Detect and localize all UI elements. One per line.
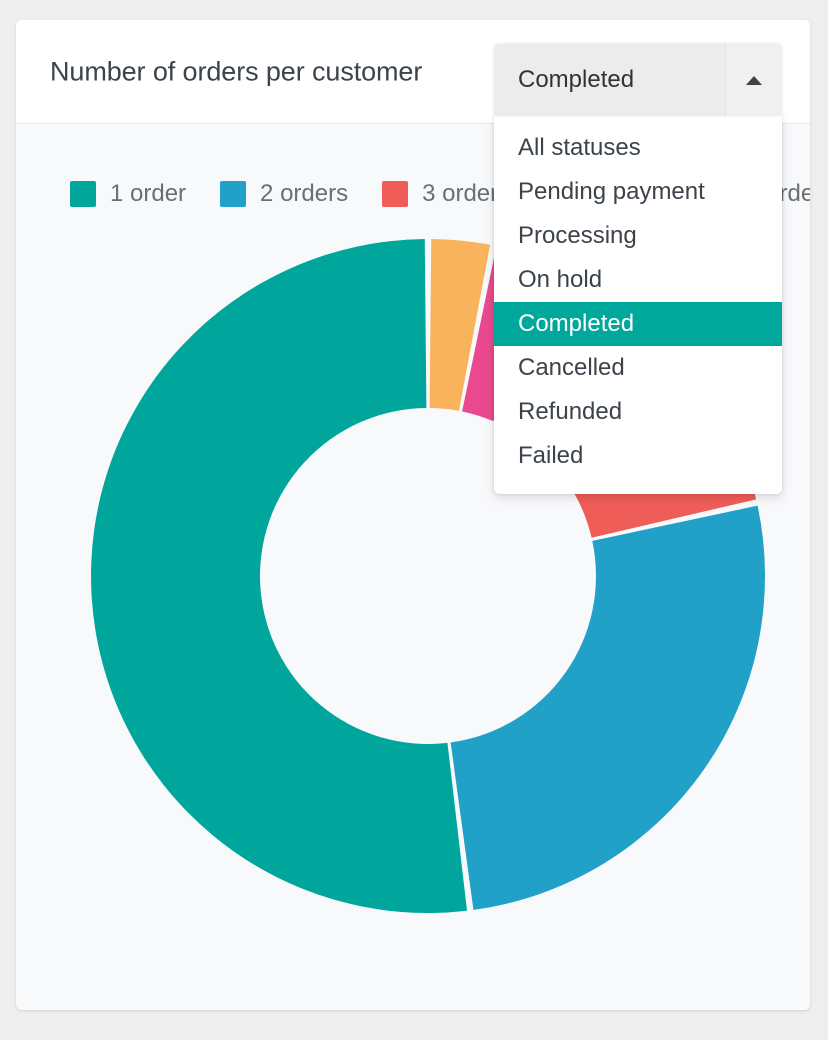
page-title: Number of orders per customer xyxy=(50,56,423,86)
orders-per-customer-card: Number of orders per customer Completed … xyxy=(16,20,810,1010)
donut-slice[interactable] xyxy=(450,505,765,910)
status-option-processing[interactable]: Processing xyxy=(494,214,782,258)
status-option-failed[interactable]: Failed xyxy=(494,434,782,478)
order-status-filter[interactable]: Completed All statuses Pending payment Pro… xyxy=(494,44,782,494)
order-status-filter-trigger[interactable]: Completed xyxy=(494,44,782,116)
status-option-cancelled[interactable]: Cancelled xyxy=(494,346,782,390)
status-option-completed[interactable]: Completed xyxy=(494,302,782,346)
status-option-on-hold[interactable]: On hold xyxy=(494,258,782,302)
caret-up-glyph xyxy=(746,75,762,85)
status-option-pending-payment[interactable]: Pending payment xyxy=(494,170,782,214)
caret-up-icon[interactable] xyxy=(725,44,782,116)
status-option-all-statuses[interactable]: All statuses xyxy=(494,126,782,170)
order-status-filter-value: Completed xyxy=(518,66,635,93)
donut-slice[interactable] xyxy=(90,239,468,914)
status-option-refunded[interactable]: Refunded xyxy=(494,390,782,434)
order-status-filter-menu[interactable]: All statuses Pending payment Processing On … xyxy=(494,116,782,494)
